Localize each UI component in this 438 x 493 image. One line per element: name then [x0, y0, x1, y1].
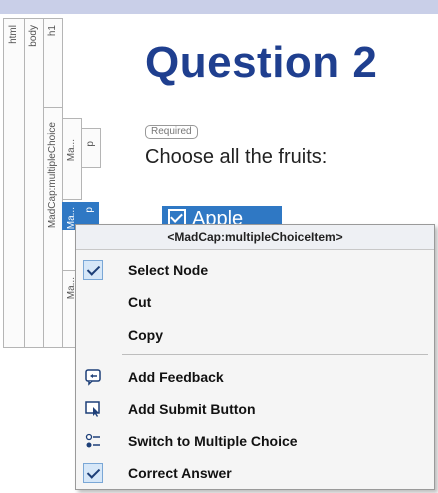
menu-item-label: Select Node [128, 262, 209, 278]
menu-item-label: Copy [128, 327, 163, 343]
structure-tag-label: p [84, 207, 95, 213]
menu-item-label: Add Feedback [128, 369, 224, 385]
structure-tag-label: MadCap:multipleChoice [47, 122, 58, 229]
checkmark-icon [83, 260, 103, 280]
structure-tag-body[interactable]: body [24, 18, 44, 348]
structure-tag-label: p [85, 141, 96, 147]
structure-tag-label: h1 [47, 25, 58, 37]
structure-tag-label: Ma... [66, 139, 77, 162]
context-menu-header: <MadCap:multipleChoiceItem> [76, 225, 434, 250]
context-menu: <MadCap:multipleChoiceItem> Select Node … [75, 224, 435, 490]
menu-item-label: Correct Answer [128, 465, 232, 481]
menu-item-add-feedback[interactable]: Add Feedback [76, 362, 434, 392]
structure-tag-multiple-choice[interactable]: MadCap:multipleChoice [43, 107, 63, 348]
menu-item-switch-to-multiple-choice[interactable]: Switch to Multiple Choice [76, 426, 434, 456]
menu-separator [122, 354, 428, 355]
menu-item-add-submit-button[interactable]: Add Submit Button [76, 394, 434, 424]
menu-item-cut[interactable]: Cut [76, 287, 434, 317]
structure-tag-label: html [8, 25, 19, 44]
menu-item-copy[interactable]: Copy [76, 320, 434, 350]
menu-item-select-node[interactable]: Select Node [76, 255, 434, 285]
structure-tag-ma[interactable]: Ma... [62, 118, 82, 200]
menu-item-label: Switch to Multiple Choice [128, 433, 298, 449]
question-prompt: Choose all the fruits: [145, 146, 328, 168]
add-feedback-icon [83, 367, 103, 387]
structure-tag-h1[interactable]: h1 [43, 18, 63, 108]
question-title: Question 2 [145, 38, 378, 87]
structure-tag-p[interactable]: p [81, 128, 101, 168]
checkmark-icon [83, 463, 103, 483]
multiple-choice-icon [83, 431, 103, 451]
menu-item-label: Add Submit Button [128, 401, 256, 417]
menu-item-label: Cut [128, 294, 152, 310]
structure-tag-html[interactable]: html [3, 18, 25, 348]
add-submit-button-icon [83, 399, 103, 419]
top-band [0, 0, 438, 14]
menu-item-correct-answer[interactable]: Correct Answer [76, 458, 434, 488]
required-badge: Required [145, 125, 198, 139]
structure-tag-label: body [28, 25, 39, 47]
